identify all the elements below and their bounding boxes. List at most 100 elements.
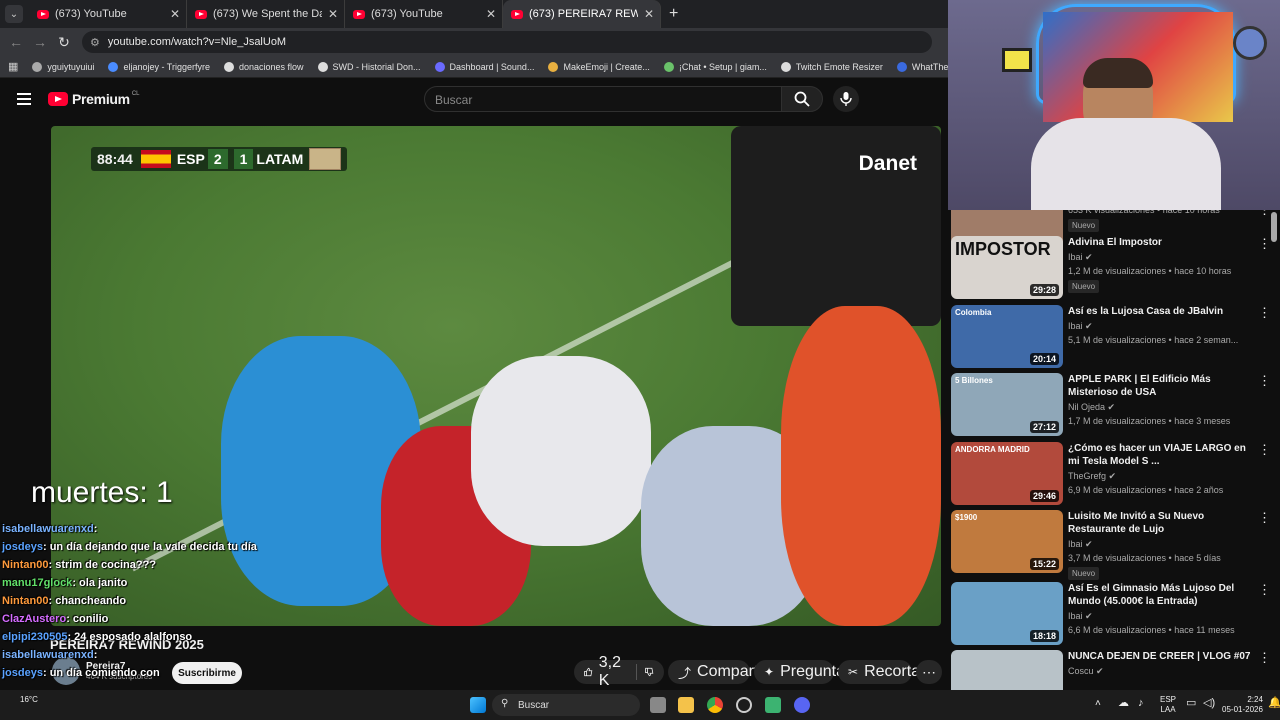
forward-button[interactable]: →: [28, 34, 52, 50]
video-thumbnail[interactable]: IMPOSTOR 29:28: [951, 236, 1063, 299]
bookmark-item[interactable]: ¡Chat • Setup | giam...: [663, 61, 767, 72]
apps-icon[interactable]: ▦: [8, 60, 18, 73]
search-input[interactable]: Buscar: [424, 86, 782, 112]
microphone-tray-icon[interactable]: ♪: [1138, 698, 1144, 709]
browser-tab[interactable]: (673) We Spent the Day at Asmo ✕: [187, 0, 345, 28]
reload-button[interactable]: ↻: [52, 34, 76, 51]
obs-icon[interactable]: [736, 697, 752, 713]
video-thumbnail[interactable]: 18:18: [951, 582, 1063, 645]
more-options-icon[interactable]: ⋮: [1258, 582, 1271, 598]
channel-name: Ibai: [1068, 611, 1083, 621]
windows-start-icon[interactable]: [470, 697, 486, 713]
youtube-favicon: [37, 9, 49, 19]
ask-button[interactable]: ✦ Preguntar: [754, 660, 850, 684]
video-thumbnail[interactable]: ANDORRA MADRID 29:46: [951, 442, 1063, 505]
voice-search-button[interactable]: [833, 86, 859, 112]
share-button[interactable]: ⤴ Compartir: [668, 660, 767, 684]
taskbar-search[interactable]: ⚲ Buscar: [492, 694, 640, 716]
close-tab-icon[interactable]: ✕: [486, 7, 496, 21]
recommended-video[interactable]: IMPOSTOR 29:28 Adivina El Impostor Ibai ✔ 1,…: [951, 236, 1271, 300]
video-title[interactable]: APPLE PARK | El Edificio Más Misterioso …: [1068, 373, 1258, 399]
chrome-icon[interactable]: [707, 697, 723, 713]
like-count[interactable]: 3,2 K: [599, 654, 622, 690]
video-thumbnail[interactable]: 5 Billones 27:12: [951, 373, 1063, 436]
bookmark-item[interactable]: eljanojey - Triggerfyre: [108, 61, 210, 72]
discord-icon[interactable]: [794, 697, 810, 713]
video-thumbnail[interactable]: [951, 650, 1063, 690]
bookmark-item[interactable]: yguiytuyuiui: [32, 61, 94, 72]
more-options-icon[interactable]: ⋮: [1258, 305, 1271, 321]
taskbar-search-icon: ⚲: [501, 698, 509, 709]
more-options-icon[interactable]: ⋮: [1258, 442, 1271, 458]
recommended-video[interactable]: 5 Billones 27:12 APPLE PARK | El Edificio …: [951, 373, 1271, 437]
share-icon: ⤴: [678, 665, 692, 681]
video-title[interactable]: Así Es el Gimnasio Más Lujoso Del Mundo …: [1068, 582, 1258, 608]
more-actions-button[interactable]: ⋯: [916, 660, 942, 684]
app-icon[interactable]: [765, 697, 781, 713]
notification-icon[interactable]: 🔔: [1268, 698, 1280, 709]
video-thumbnail[interactable]: Colombia 20:14: [951, 305, 1063, 368]
youtube-logo[interactable]: Premium CL: [48, 91, 139, 107]
recommended-video[interactable]: ANDORRA MADRID 29:46 ¿Cómo es hacer un VIA…: [951, 442, 1271, 506]
more-options-icon[interactable]: ⋮: [1258, 236, 1271, 252]
more-options-icon[interactable]: ⋮: [1258, 510, 1271, 526]
menu-icon[interactable]: [17, 93, 31, 105]
clip-button[interactable]: ✂ Recortar: [838, 660, 925, 684]
tab-search-button[interactable]: ⌄: [5, 5, 23, 23]
browser-tab[interactable]: (673) PEREIRA7 REWIND 2025 ✕: [503, 0, 661, 28]
back-button[interactable]: ←: [4, 34, 28, 50]
chat-message: manu17glock: ola janito: [2, 577, 128, 589]
browser-tab[interactable]: (673) YouTube ✕: [29, 0, 187, 28]
video-title[interactable]: NUNCA DEJEN DE CREER | VLOG #07: [1068, 650, 1258, 663]
video-title[interactable]: Así es la Lujosa Casa de JBalvin: [1068, 305, 1258, 318]
volume-icon[interactable]: ◁): [1203, 698, 1215, 709]
video-channel[interactable]: Ibai ✔: [1068, 539, 1258, 550]
video-title[interactable]: Adivina El Impostor: [1068, 236, 1258, 249]
bookmark-label: Twitch Emote Resizer: [795, 61, 883, 72]
recommended-video[interactable]: NUNCA DEJEN DE CREER | VLOG #07 Coscu ✔ ⋮: [951, 650, 1271, 690]
recommended-video[interactable]: $1900 15:22 Luisito Me Invitó a Su Nuevo R…: [951, 510, 1271, 580]
spain-flag: [140, 150, 171, 168]
bookmark-item[interactable]: Twitch Emote Resizer: [780, 61, 883, 72]
more-options-icon[interactable]: ⋮: [1258, 650, 1271, 666]
sidebar-scrollbar[interactable]: [1271, 212, 1277, 242]
search-button[interactable]: [781, 86, 823, 112]
recommended-video[interactable]: 18:18 Así Es el Gimnasio Más Lujoso Del M…: [951, 582, 1271, 646]
close-tab-icon[interactable]: ✕: [328, 7, 338, 21]
close-tab-icon[interactable]: ✕: [644, 7, 654, 21]
recommended-video[interactable]: Colombia 20:14 Así es la Lujosa Casa de JB…: [951, 305, 1271, 369]
bookmark-item[interactable]: MakeEmoji | Create...: [548, 61, 650, 72]
weather[interactable]: 16°C: [20, 695, 38, 705]
video-channel[interactable]: Ibai ✔: [1068, 611, 1258, 622]
thumbs-up-icon[interactable]: [584, 665, 593, 679]
language-indicator[interactable]: ESP LAA: [1160, 695, 1176, 715]
tray-app-icon[interactable]: ☁: [1118, 698, 1129, 709]
task-view-icon[interactable]: [650, 697, 666, 713]
browser-tab[interactable]: (673) YouTube ✕: [345, 0, 503, 28]
thumbs-down-icon[interactable]: [645, 665, 654, 679]
bookmark-item[interactable]: SWD - Historial Don...: [317, 61, 421, 72]
video-thumbnail[interactable]: $1900 15:22: [951, 510, 1063, 573]
network-icon[interactable]: ▭: [1186, 698, 1196, 709]
url-input[interactable]: ⚙ youtube.com/watch?v=Nle_JsalUoM: [82, 31, 932, 53]
bookmark-item[interactable]: donaciones flow: [223, 61, 304, 72]
close-tab-icon[interactable]: ✕: [170, 7, 180, 21]
video-title[interactable]: Luisito Me Invitó a Su Nuevo Restaurante…: [1068, 510, 1258, 536]
video-channel[interactable]: TheGrefg ✔: [1068, 471, 1258, 482]
video-channel[interactable]: Coscu ✔: [1068, 666, 1258, 677]
video-channel[interactable]: Nil Ojeda ✔: [1068, 402, 1258, 413]
file-explorer-icon[interactable]: [678, 697, 694, 713]
more-options-icon[interactable]: ⋮: [1258, 373, 1271, 389]
video-duration: 15:22: [1029, 558, 1059, 570]
video-title[interactable]: ¿Cómo es hacer un VIAJE LARGO en mi Tesl…: [1068, 442, 1258, 468]
site-info-icon[interactable]: ⚙: [90, 36, 100, 49]
bookmark-item[interactable]: WhatTheFont Font |...: [896, 61, 948, 72]
tray-chevron-icon[interactable]: ˄: [1095, 699, 1101, 709]
video-channel[interactable]: Ibai ✔: [1068, 252, 1258, 263]
verified-icon: ✔: [1085, 611, 1093, 621]
video-channel[interactable]: Ibai ✔: [1068, 321, 1258, 332]
more-options-icon[interactable]: ⋮: [1258, 210, 1271, 218]
clock[interactable]: 2:24 05-01-2026: [1222, 695, 1263, 715]
bookmark-item[interactable]: Dashboard | Sound...: [434, 61, 534, 72]
new-tab-button[interactable]: +: [669, 5, 678, 23]
